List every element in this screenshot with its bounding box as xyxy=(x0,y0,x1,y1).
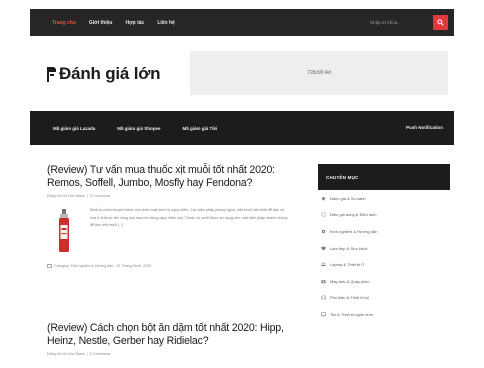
post-card: (Review) Tư vấn mua thuốc xịt muỗi tốt n… xyxy=(47,164,307,268)
gear-icon xyxy=(321,229,326,234)
category-label: Kinh nghiệm & Hướng dẫn xyxy=(330,228,378,234)
star-icon xyxy=(321,196,326,201)
post-title[interactable]: (Review) Cách chọn bột ăn dặm tốt nhất 2… xyxy=(47,322,307,348)
headphones-icon xyxy=(321,295,326,300)
category-item-accessories[interactable]: Phụ kiện & Thiết bị số xyxy=(318,290,450,307)
logo-text: Đánh giá lớn xyxy=(59,64,161,83)
ad-banner[interactable]: 728x90 Ad xyxy=(190,51,448,95)
category-label: Làm đẹp & Sức khỏe xyxy=(330,245,368,251)
top-bar: Trang chủ Giới thiệu Hợp tác Liên hệ xyxy=(30,9,454,36)
top-nav: Trang chủ Giới thiệu Hợp tác Liên hệ xyxy=(52,9,188,36)
topnav-item-home[interactable]: Trang chủ xyxy=(52,20,76,26)
meta-separator: | xyxy=(86,352,88,356)
post-body: Muỗi là vector truyền bệnh của nhiều loạ… xyxy=(47,207,307,255)
post-author[interactable]: Đăng bởi Vũ Đức Mạnh xyxy=(47,352,85,356)
heart-icon xyxy=(321,246,326,251)
sidebar-heading-text: CHUYÊN MỤC xyxy=(326,174,359,180)
post-comments[interactable]: 0 Comments xyxy=(90,194,110,198)
mainnav-item-shopee[interactable]: Mã giảm giá Shopee xyxy=(117,126,160,131)
post-meta: Đăng bởi Vũ Đức Mạnh | 0 Comments xyxy=(47,352,307,356)
category-label: Đánh giá & So sánh xyxy=(330,195,366,201)
category-label: Phụ kiện & Thiết bị số xyxy=(330,295,369,301)
logo-mark-icon xyxy=(47,66,56,82)
post-title[interactable]: (Review) Tư vấn mua thuốc xịt muỗi tốt n… xyxy=(47,164,307,190)
mainnav-item-tiki[interactable]: Mã giảm giá Tiki xyxy=(183,126,218,131)
category-label: Máy ảnh & Quay phim xyxy=(330,278,370,284)
ad-label: 728x90 Ad xyxy=(307,70,331,76)
category-list: Đánh giá & So sánh Điện gia dụng & Điện … xyxy=(318,190,450,323)
category-label: Điện gia dụng & Điện lạnh xyxy=(330,212,377,218)
topnav-item-cooperate[interactable]: Hợp tác xyxy=(125,20,144,26)
topnav-item-contact[interactable]: Liên hệ xyxy=(157,20,175,26)
tv-icon xyxy=(321,312,326,317)
post-footer: Category: Kinh nghiệm & Hướng dẫn - 31 T… xyxy=(47,264,307,268)
category-item-appliances[interactable]: Điện gia dụng & Điện lạnh xyxy=(318,207,450,224)
mainnav-item-lazada[interactable]: Mã giảm giá Lazada xyxy=(53,126,95,131)
snowflake-icon xyxy=(321,212,326,218)
site-logo[interactable]: Đánh giá lớn xyxy=(45,64,161,84)
camera-icon xyxy=(321,280,326,284)
sidebar: CHUYÊN MỤC Đánh giá & So sánh Điện gia d… xyxy=(318,164,450,323)
post-card: (Review) Cách chọn bột ăn dặm tốt nhất 2… xyxy=(47,322,307,356)
meta-separator: | xyxy=(86,194,88,198)
main-nav: Mã giảm giá Lazada Mã giảm giá Shopee Mã… xyxy=(30,111,454,145)
sidebar-heading: CHUYÊN MỤC xyxy=(318,164,450,190)
category-label: Laptop & Thiết bị IT xyxy=(330,262,365,268)
post-comments[interactable]: 0 Comments xyxy=(90,352,110,356)
search-input[interactable] xyxy=(370,16,420,29)
category-item-laptop[interactable]: Laptop & Thiết bị IT xyxy=(318,256,450,273)
category-item-beauty[interactable]: Làm đẹp & Sức khỏe xyxy=(318,240,450,257)
post-author[interactable]: Đăng bởi Vũ Đức Mạnh xyxy=(47,194,85,198)
folder-icon xyxy=(47,264,52,268)
laptop-icon xyxy=(321,262,326,267)
post-category[interactable]: Category: Kinh nghiệm & Hướng dẫn xyxy=(54,264,113,268)
post-excerpt: Muỗi là vector truyền bệnh của nhiều loạ… xyxy=(90,208,288,228)
category-item-camera[interactable]: Máy ảnh & Quay phim xyxy=(318,273,450,290)
topnav-item-about[interactable]: Giới thiệu xyxy=(89,20,113,26)
post-thumbnail[interactable] xyxy=(47,207,81,255)
category-item-tv[interactable]: Tivi & Thiết bị nghe nhìn xyxy=(318,306,450,323)
post-date: 31 Tháng Mười, 2020 xyxy=(116,264,152,268)
category-item-guides[interactable]: Kinh nghiệm & Hướng dẫn xyxy=(318,223,450,240)
push-notification-link[interactable]: Push Notification xyxy=(406,125,443,130)
spray-bottle-icon xyxy=(59,209,69,252)
search-button[interactable] xyxy=(433,15,448,30)
post-meta: Đăng bởi Vũ Đức Mạnh | 0 Comments xyxy=(47,194,307,198)
category-label: Tivi & Thiết bị nghe nhìn xyxy=(330,311,373,317)
search-icon xyxy=(437,19,444,26)
site-header: Đánh giá lớn 728x90 Ad xyxy=(30,36,454,111)
category-item-reviews[interactable]: Đánh giá & So sánh xyxy=(318,190,450,207)
